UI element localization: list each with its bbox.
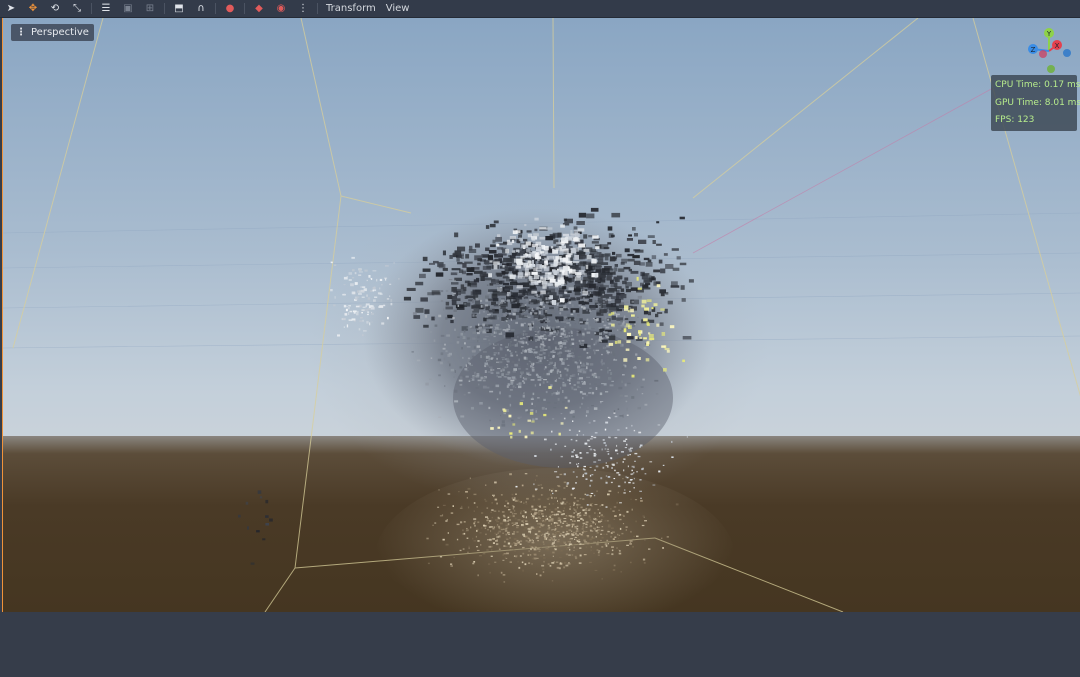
neg-x-axis-icon[interactable] [1039,50,1047,58]
x-axis-label: X [1055,42,1060,50]
select-arrow-icon[interactable]: ➤ [0,0,22,17]
cpu-time: CPU Time: 0.17 ms [995,80,1080,90]
toolbar-separator [215,3,216,14]
local-space-icon[interactable]: ⬒ [168,0,190,17]
perspective-menu-button[interactable]: ⋮ Perspective [11,24,94,41]
neg-y-axis-icon[interactable] [1047,65,1055,73]
performance-stats: CPU Time: 0.17 ms GPU Time: 8.01 ms FPS:… [991,75,1080,131]
gpu-time: GPU Time: 8.01 ms [995,97,1080,108]
neg-z-axis-icon[interactable] [1063,49,1071,57]
fps-counter: FPS: 123 [995,115,1035,125]
lock-icon[interactable]: ▣ [117,0,139,17]
toolbar-separator [317,3,318,14]
view-menu[interactable]: View [381,2,415,16]
scene-render [3,18,1080,612]
axis-gizmo[interactable]: Y X Z [1021,23,1077,81]
editor-toolbar: ➤ ✥ ⟲ ⤡ ☰ ▣ ⊞ ⬒ ∩ ● ◆ ◉ ⋮ Transform View [0,0,1080,18]
y-axis-label: Y [1046,30,1052,38]
z-axis-label: Z [1031,46,1036,54]
scale-icon[interactable]: ⤡ [66,0,88,17]
transform-menu[interactable]: Transform [321,2,381,16]
more-options-icon[interactable]: ⋮ [292,0,314,17]
3d-viewport[interactable]: ⋮ Perspective Y X Z CPU Time: 0.17 ms GP… [2,18,1080,612]
environment-preview-icon[interactable]: ◉ [270,0,292,17]
toolbar-separator [91,3,92,14]
snap-icon[interactable]: ∩ [190,0,212,17]
list-select-icon[interactable]: ☰ [95,0,117,17]
rotate-icon[interactable]: ⟲ [44,0,66,17]
perspective-label: Perspective [31,27,89,38]
menu-dots-icon: ⋮ [16,27,26,38]
bottom-panel [0,612,1080,677]
sun-preview-icon[interactable]: ◆ [248,0,270,17]
toolbar-separator [164,3,165,14]
toolbar-separator [244,3,245,14]
move-icon[interactable]: ✥ [22,0,44,17]
group-icon[interactable]: ⊞ [139,0,161,17]
camera-icon[interactable]: ● [219,0,241,17]
